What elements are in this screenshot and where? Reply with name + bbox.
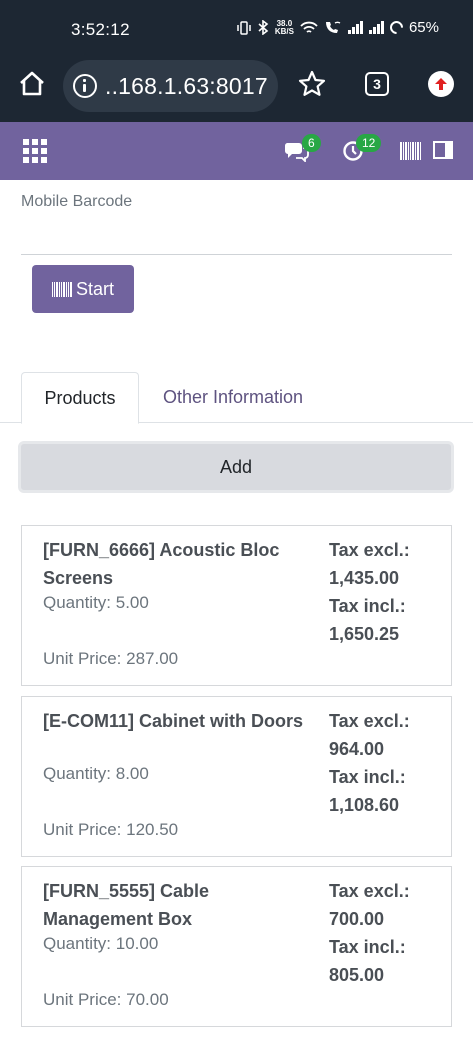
barcode-icon[interactable] (400, 142, 421, 165)
tax-incl-value: 1,108.60 (329, 795, 400, 815)
info-icon[interactable] (73, 74, 97, 98)
tax-incl-value: 1,650.25 (329, 624, 400, 644)
tab-other-information[interactable]: Other Information (150, 372, 316, 423)
browser-toolbar: ..168.1.63:8017 3 (0, 56, 473, 122)
activities-badge: 12 (356, 134, 382, 152)
messages-badge: 6 (302, 134, 321, 152)
product-unit-price: Unit Price: 70.00 (43, 990, 169, 1009)
tab-products[interactable]: Products (21, 372, 139, 424)
tax-excl-label: Tax excl.: (329, 881, 410, 901)
barcode-icon (51, 281, 72, 297)
product-name: [FURN_6666] Acoustic Bloc Screens (43, 540, 280, 588)
tax-excl-label: Tax excl.: (329, 540, 410, 560)
product-taxes: Tax excl.: 964.00 Tax incl.: 1,108.60 (329, 707, 410, 819)
home-icon[interactable] (18, 70, 46, 98)
status-icons: 38.0 KB/S 65% (237, 18, 439, 37)
panel-icon[interactable] (433, 141, 453, 159)
tax-incl-label: Tax incl.: (329, 596, 406, 616)
star-icon[interactable] (297, 69, 327, 99)
url-text[interactable]: ..168.1.63:8017 (105, 73, 268, 100)
wifi-call-icon (324, 20, 342, 35)
product-card[interactable]: [E-COM11] Cabinet with Doors Quantity: 8… (21, 696, 452, 857)
add-button[interactable]: Add (18, 441, 454, 493)
product-quantity: Quantity: 8.00 (43, 764, 149, 783)
tax-incl-value: 805.00 (329, 965, 385, 985)
product-quantity: Quantity: 10.00 (43, 934, 159, 953)
product-taxes: Tax excl.: 1,435.00 Tax incl.: 1,650.25 (329, 536, 410, 648)
product-card[interactable]: [FURN_6666] Acoustic Bloc Screens Quanti… (21, 525, 452, 686)
tax-incl-label: Tax incl.: (329, 767, 406, 787)
tabs-icon[interactable]: 3 (365, 72, 389, 96)
product-taxes: Tax excl.: 700.00 Tax incl.: 805.00 (329, 877, 410, 989)
product-card[interactable]: [FURN_5555] Cable Management Box Quantit… (21, 866, 452, 1027)
status-time: 3:52:12 (71, 20, 130, 39)
tax-excl-value: 700.00 (329, 909, 385, 929)
tax-excl-value: 964.00 (329, 739, 385, 759)
mobile-barcode-input[interactable] (21, 222, 452, 255)
battery-icon (387, 18, 406, 37)
address-bar[interactable]: ..168.1.63:8017 (63, 60, 278, 112)
product-name: [FURN_5555] Cable Management Box (43, 881, 210, 929)
product-name: [E-COM11] Cabinet with Doors (43, 711, 304, 731)
status-bar: 3:52:12 38.0 KB/S 65% (0, 0, 473, 56)
net-speed-unit: KB/S (274, 26, 294, 36)
battery-level: 65% (408, 19, 439, 36)
tab-count: 3 (373, 76, 381, 92)
app-navbar: 6 12 (0, 122, 473, 180)
net-speed: 38.0 KB/S (274, 19, 294, 36)
product-unit-price: Unit Price: 287.00 (43, 649, 179, 668)
bluetooth-icon (257, 20, 269, 35)
product-unit-price: Unit Price: 120.50 (43, 820, 179, 839)
update-icon[interactable] (428, 71, 454, 97)
signal-icon-2 (368, 21, 384, 34)
start-button[interactable]: Start (32, 265, 134, 313)
mobile-barcode-label: Mobile Barcode (21, 193, 133, 210)
tab-bar: Products Other Information (0, 372, 473, 424)
tax-excl-value: 1,435.00 (329, 568, 400, 588)
vibrate-icon (237, 20, 251, 35)
apps-icon[interactable] (23, 139, 47, 163)
wifi-icon (300, 21, 318, 35)
tax-incl-label: Tax incl.: (329, 937, 406, 957)
signal-icon (347, 21, 363, 34)
product-quantity: Quantity: 5.00 (43, 593, 149, 612)
start-button-label: Start (75, 278, 114, 299)
tax-excl-label: Tax excl.: (329, 711, 410, 731)
